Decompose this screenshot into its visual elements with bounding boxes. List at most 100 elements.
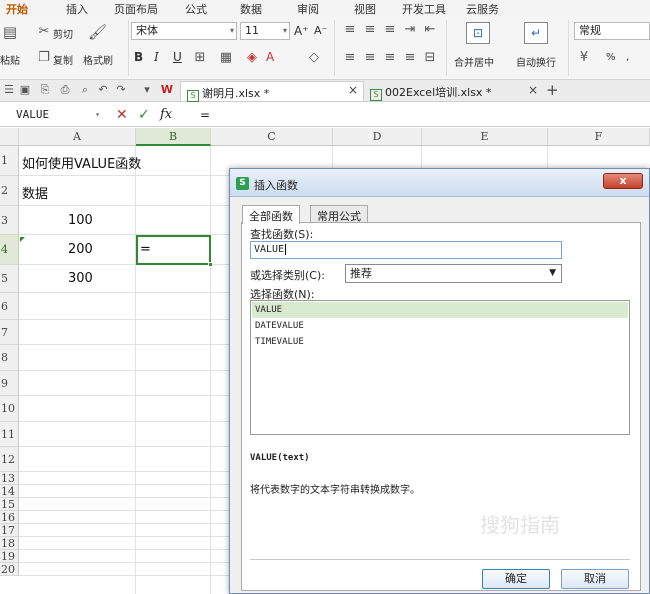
border-icon[interactable]: ⊞ — [192, 50, 208, 66]
row-header-12[interactable]: 12 — [0, 447, 19, 472]
align-left-icon[interactable]: ≡ — [342, 50, 358, 66]
function-list[interactable]: VALUE DATEVALUE TIMEVALUE — [250, 300, 630, 435]
function-item-timevalue[interactable]: TIMEVALUE — [252, 334, 628, 350]
italic-button[interactable]: I — [154, 50, 159, 64]
wrap-text-icon[interactable]: ↵ — [524, 22, 548, 44]
confirm-formula-button[interactable]: ✓ — [138, 106, 150, 124]
cell-a2[interactable]: 数据 — [22, 183, 48, 202]
align-right-icon[interactable]: ≡ — [382, 50, 398, 66]
dialog-title-bar[interactable]: S 插入函数 x — [230, 169, 649, 197]
insert-function-button[interactable]: fx — [160, 106, 172, 124]
redo-icon[interactable]: ↷ — [114, 83, 128, 97]
save-icon[interactable]: ▣ — [18, 83, 32, 97]
number-format-select[interactable]: 常规 — [574, 22, 650, 40]
row-header-7[interactable]: 7 — [0, 320, 19, 345]
doc-tab-active[interactable]: S 谢明月.xlsx * — [180, 81, 364, 102]
row-header-19[interactable]: 19 — [0, 550, 19, 563]
wrap-text-button[interactable]: 自动换行 — [516, 54, 556, 69]
close-tab-icon[interactable]: × — [348, 83, 358, 97]
undo-icon[interactable]: ↶ — [96, 83, 110, 97]
fill-handle[interactable] — [208, 262, 213, 267]
cancel-button[interactable]: 取消 — [561, 569, 629, 589]
align-center-icon[interactable]: ≡ — [362, 50, 378, 66]
bold-button[interactable]: B — [134, 50, 143, 64]
close-tab-icon[interactable]: × — [528, 83, 538, 97]
align-top-icon[interactable]: ≡ — [342, 22, 358, 38]
row-header-9[interactable]: 9 — [0, 371, 19, 396]
column-header-f[interactable]: F — [548, 128, 650, 146]
distribute-icon[interactable]: ⊟ — [422, 50, 438, 66]
align-middle-icon[interactable]: ≡ — [362, 22, 378, 38]
indent-icon[interactable]: ⇥ — [402, 22, 418, 38]
column-header-b[interactable]: B — [136, 128, 211, 146]
cancel-formula-button[interactable]: ✕ — [116, 106, 128, 124]
percent-button[interactable]: % — [606, 52, 616, 63]
justify-icon[interactable]: ≡ — [402, 50, 418, 66]
column-header-e[interactable]: E — [422, 128, 548, 146]
dialog-close-button[interactable]: x — [603, 173, 643, 189]
doc-tab-inactive[interactable]: S 002Excel培训.xlsx * — [364, 81, 544, 101]
font-name-select[interactable]: 宋体 ▾ — [131, 22, 237, 40]
ok-button[interactable]: 确定 — [482, 569, 550, 589]
cell-a4[interactable]: 200 — [68, 242, 93, 257]
tab-all-functions[interactable]: 全部函数 — [242, 205, 300, 224]
preview-icon[interactable]: ⌕ — [78, 83, 92, 97]
function-item-value[interactable]: VALUE — [252, 302, 628, 318]
tab-developer[interactable]: 开发工具 — [402, 1, 446, 17]
tab-review[interactable]: 审阅 — [297, 1, 319, 17]
merge-center-button[interactable]: 合并居中 — [454, 54, 494, 69]
function-search-input[interactable]: VALUE — [250, 241, 562, 259]
menu-icon[interactable]: ☰ — [2, 83, 16, 97]
name-box[interactable]: VALUE ▾ — [16, 106, 102, 124]
fill-color-icon[interactable]: ◈ — [244, 50, 260, 66]
column-header-a[interactable]: A — [19, 128, 136, 146]
column-header-c[interactable]: C — [211, 128, 333, 146]
new-tab-button[interactable]: + — [546, 81, 559, 99]
row-header-20[interactable]: 20 — [0, 563, 19, 576]
row-header-15[interactable]: 15 — [0, 498, 19, 511]
font-size-select[interactable]: 11 ▾ — [240, 22, 290, 40]
row-header-3[interactable]: 3 — [0, 206, 19, 235]
row-header-11[interactable]: 11 — [0, 422, 19, 447]
comma-button[interactable]: , — [626, 52, 629, 63]
row-header-1[interactable]: 1 — [0, 146, 19, 176]
tab-common-formulas[interactable]: 常用公式 — [310, 205, 368, 223]
tab-insert[interactable]: 插入 — [66, 1, 88, 17]
tab-formulas[interactable]: 公式 — [185, 1, 207, 17]
category-select[interactable]: 推荐 ▼ — [345, 264, 562, 283]
clear-format-icon[interactable]: ◇ — [306, 50, 322, 66]
row-header-6[interactable]: 6 — [0, 293, 19, 320]
cut-button[interactable]: 剪切 — [53, 26, 73, 41]
tab-page-layout[interactable]: 页面布局 — [114, 1, 158, 17]
row-header-16[interactable]: 16 — [0, 511, 19, 524]
cell-a1[interactable]: 如何使用VALUE函数 — [22, 153, 141, 172]
cell-b4[interactable]: = — [140, 242, 151, 257]
tab-home[interactable]: 开始 — [6, 1, 28, 17]
align-bottom-icon[interactable]: ≡ — [382, 22, 398, 38]
row-header-10[interactable]: 10 — [0, 396, 19, 422]
select-all-corner[interactable] — [0, 128, 19, 146]
format-painter-button[interactable]: 格式刷 — [83, 52, 113, 67]
font-color-icon[interactable]: A — [266, 50, 274, 64]
decrease-font-icon[interactable]: A⁻ — [314, 24, 327, 37]
underline-button[interactable]: U — [173, 50, 182, 64]
row-header-5[interactable]: 5 — [0, 265, 19, 293]
paste-icon[interactable]: ▤ — [2, 24, 18, 40]
format-painter-icon[interactable]: 🖌 — [88, 24, 107, 40]
row-header-17[interactable]: 17 — [0, 524, 19, 537]
row-header-8[interactable]: 8 — [0, 345, 19, 371]
outdent-icon[interactable]: ⇤ — [422, 22, 438, 38]
active-cell-b4[interactable]: = — [136, 235, 213, 267]
row-header-13[interactable]: 13 — [0, 472, 19, 485]
fill-style-icon[interactable]: ▦ — [218, 50, 234, 66]
paste-button[interactable]: 粘贴 — [0, 52, 20, 67]
chevron-down-icon[interactable]: ▾ — [140, 83, 154, 97]
tab-cloud[interactable]: 云服务 — [466, 1, 499, 17]
cell-a5[interactable]: 300 — [68, 271, 93, 286]
tab-view[interactable]: 视图 — [354, 1, 376, 17]
row-header-4[interactable]: 4 — [0, 235, 19, 265]
merge-center-icon[interactable]: ⊡ — [466, 22, 490, 44]
increase-font-icon[interactable]: A⁺ — [294, 24, 309, 38]
row-header-2[interactable]: 2 — [0, 176, 19, 206]
function-item-datevalue[interactable]: DATEVALUE — [252, 318, 628, 334]
